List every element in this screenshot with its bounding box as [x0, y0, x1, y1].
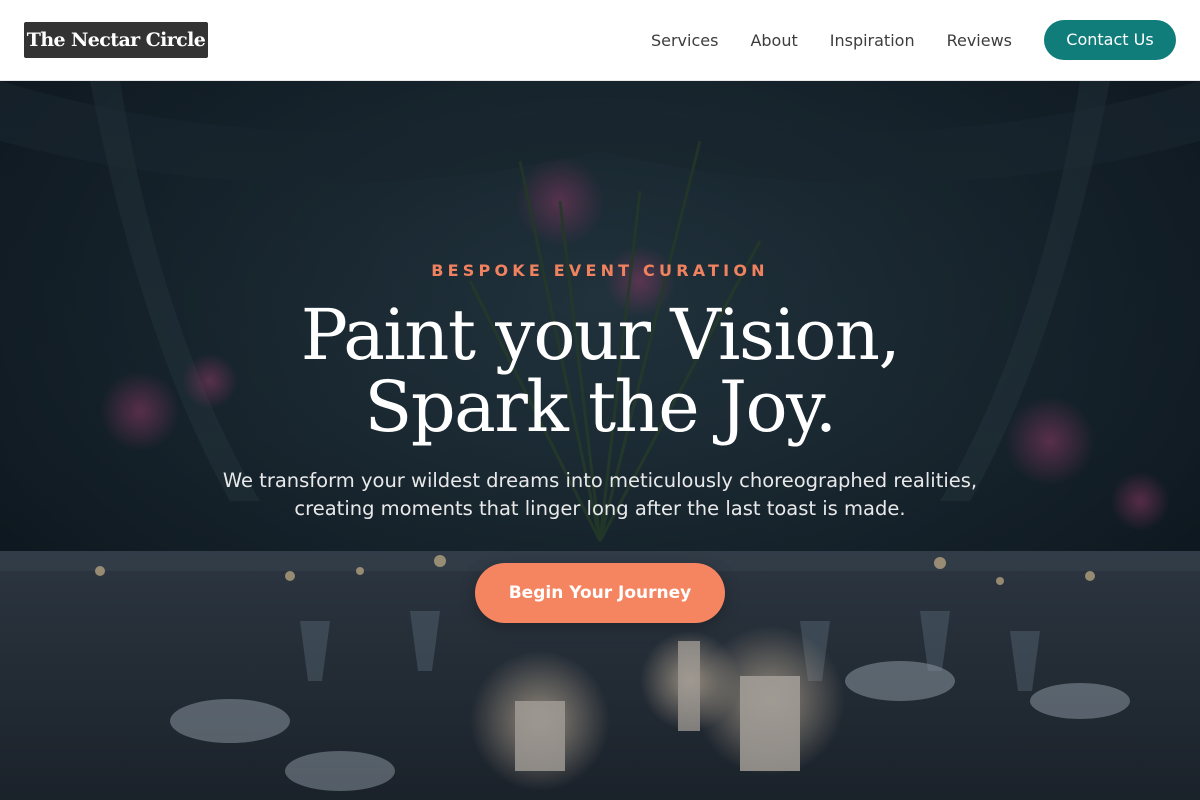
nav-link-reviews[interactable]: Reviews — [947, 31, 1012, 50]
nav-link-about[interactable]: About — [750, 31, 797, 50]
begin-journey-button[interactable]: Begin Your Journey — [475, 563, 725, 623]
hero-subheadline: We transform your wildest dreams into me… — [222, 469, 978, 520]
brand-logo[interactable]: The Nectar Circle — [24, 22, 208, 58]
nav-link-inspiration[interactable]: Inspiration — [830, 31, 915, 50]
site-header: The Nectar Circle Services About Inspira… — [0, 0, 1200, 81]
nav-link-services[interactable]: Services — [651, 31, 718, 50]
contact-us-button[interactable]: Contact Us — [1044, 20, 1176, 60]
hero-eyebrow: BESPOKE EVENT CURATION — [431, 261, 769, 280]
hero-headline: Paint your Vision, Spark the Joy. — [300, 294, 901, 448]
hero-content: BESPOKE EVENT CURATION Paint your Vision… — [0, 81, 1200, 800]
hero-section: BESPOKE EVENT CURATION Paint your Vision… — [0, 81, 1200, 800]
main-nav: Services About Inspiration Reviews — [619, 0, 1012, 80]
